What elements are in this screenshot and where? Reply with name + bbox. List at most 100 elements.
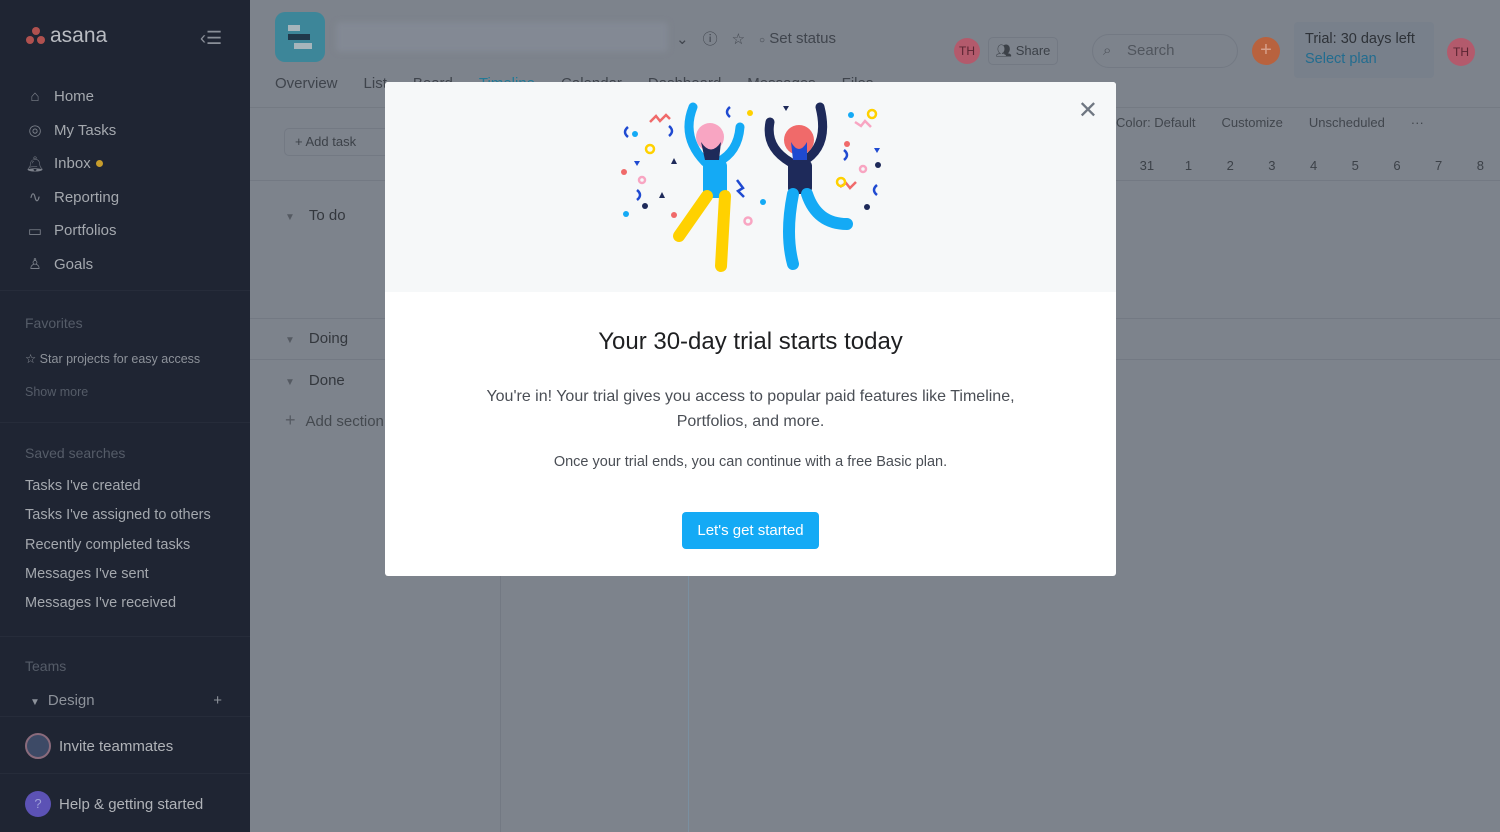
trial-banner: Trial: 30 days left Select plan: [1294, 22, 1434, 78]
more-options-icon[interactable]: ···: [1411, 115, 1424, 130]
divider: [0, 773, 250, 774]
saved-search-item[interactable]: Tasks I've created: [25, 478, 211, 507]
team-design[interactable]: ▼ Design +: [30, 692, 222, 709]
saved-search-item[interactable]: Tasks I've assigned to others: [25, 507, 211, 536]
folder-icon: ▭: [27, 222, 43, 240]
sidebar-item-portfolios[interactable]: ▭ Portfolios: [25, 214, 119, 248]
sidebar-item-inbox[interactable]: 🔔︎ Inbox: [25, 147, 119, 181]
unscheduled-button[interactable]: Unscheduled: [1309, 115, 1385, 130]
section-name: Done: [308, 372, 345, 389]
invite-teammates-button[interactable]: Invite teammates: [25, 733, 173, 759]
add-section-label: Add section: [305, 413, 384, 430]
dots: [621, 106, 881, 218]
confetti: [623, 106, 878, 226]
section-name: Doing: [308, 330, 349, 347]
trial-modal: ✕ Your 30-day trial starts today You're …: [385, 82, 1116, 576]
favorites-title: Favorites: [25, 315, 83, 331]
asana-logo-icon: [26, 27, 46, 45]
user-avatar[interactable]: TH: [1447, 38, 1475, 66]
favorites-hint: ☆ Star projects for easy access: [25, 352, 201, 366]
invite-avatar-icon: [25, 733, 51, 759]
people-icon: 👥︎: [995, 43, 1013, 58]
logo-text: asana: [50, 24, 108, 47]
check-circle-icon: ◎: [28, 122, 42, 140]
date-label: 31: [1139, 158, 1155, 173]
section-doing[interactable]: ▼ Doing: [285, 330, 348, 347]
asana-logo[interactable]: asana: [26, 24, 107, 48]
modal-illustration-area: ✕: [385, 82, 1116, 292]
saved-searches-title: Saved searches: [25, 445, 126, 461]
caret-down-icon[interactable]: ▼: [285, 335, 295, 346]
modal-title: Your 30-day trial starts today: [598, 328, 903, 355]
caret-down-icon[interactable]: ▼: [285, 377, 295, 388]
saved-search-item[interactable]: Messages I've received: [25, 595, 211, 624]
project-title-redacted: [336, 22, 668, 52]
close-icon[interactable]: ✕: [1078, 96, 1098, 125]
saved-search-item[interactable]: Recently completed tasks: [25, 537, 211, 566]
member-avatar[interactable]: TH: [954, 38, 980, 64]
label: Portfolios: [54, 222, 117, 240]
divider: [0, 716, 250, 717]
set-status-label: Set status: [769, 30, 836, 47]
tab-overview[interactable]: Overview: [275, 75, 338, 92]
date-label: 7: [1435, 158, 1443, 173]
search-icon: ⌕: [1103, 42, 1112, 59]
project-menu-chevron-icon[interactable]: ⌄: [676, 30, 689, 48]
date-label: 3: [1268, 158, 1276, 173]
label: My Tasks: [54, 121, 117, 139]
date-label: 6: [1393, 158, 1401, 173]
add-section-button[interactable]: + Add section: [285, 410, 384, 431]
select-plan-link[interactable]: Select plan: [1305, 51, 1423, 67]
section-todo[interactable]: ▼ To do: [285, 207, 346, 224]
person-icon: ♙: [28, 256, 42, 274]
set-status-button[interactable]: ○ Set status: [759, 30, 836, 47]
section-name: To do: [308, 207, 346, 224]
search-input[interactable]: ⌕ Search: [1092, 34, 1238, 68]
sidebar: asana ‹☰ ⌂ Home ◎ My Tasks 🔔︎ Inbox ∿ Report…: [0, 0, 250, 832]
share-button[interactable]: 👥︎ Share: [988, 37, 1058, 65]
help-label: Help & getting started: [59, 795, 204, 813]
get-started-button[interactable]: Let's get started: [682, 512, 819, 549]
unread-dot: [95, 160, 103, 168]
label: Home: [54, 88, 95, 106]
star-icon[interactable]: ☆: [732, 30, 745, 48]
sidebar-item-reporting[interactable]: ∿ Reporting: [25, 181, 119, 215]
search-placeholder: Search: [1127, 42, 1175, 59]
invite-label: Invite teammates: [59, 737, 174, 755]
help-icon: ?: [25, 791, 51, 817]
sidebar-item-goals[interactable]: ♙ Goals: [25, 248, 119, 282]
sidebar-item-my-tasks[interactable]: ◎ My Tasks: [25, 114, 119, 148]
status-circle-icon: ○: [759, 35, 766, 46]
project-icon: [275, 12, 325, 62]
color-button[interactable]: Color: Default: [1116, 115, 1195, 130]
tab-list[interactable]: List: [364, 75, 387, 92]
divider: [0, 422, 250, 423]
caret-down-icon: ▼: [30, 697, 40, 708]
trial-text: Trial: 30 days left: [1305, 31, 1415, 47]
info-icon[interactable]: ⓘ: [703, 28, 718, 49]
date-label: 5: [1351, 158, 1359, 173]
add-task-button[interactable]: + Add task: [284, 128, 394, 156]
share-label: Share: [1015, 43, 1051, 58]
date-label: 4: [1309, 158, 1318, 173]
section-done[interactable]: ▼ Done: [285, 372, 345, 389]
bell-icon: 🔔︎: [25, 155, 45, 173]
team-name: Design: [47, 692, 95, 709]
date-label: 8: [1476, 158, 1484, 173]
divider: [0, 290, 250, 291]
help-button[interactable]: ? Help & getting started: [25, 791, 203, 817]
quick-add-button[interactable]: +: [1252, 37, 1280, 65]
show-more-link[interactable]: Show more: [25, 385, 88, 399]
add-project-icon[interactable]: +: [213, 692, 222, 709]
sidebar-item-home[interactable]: ⌂ Home: [25, 80, 119, 114]
saved-search-item[interactable]: Messages I've sent: [25, 566, 211, 595]
figure-left: [673, 102, 745, 272]
timeline-dates: 31 1 2 3 4 5 6 7 8: [1126, 158, 1500, 173]
collapse-sidebar-icon[interactable]: ‹☰: [200, 28, 222, 49]
modal-subtext: Once your trial ends, you can continue w…: [553, 454, 948, 470]
home-icon: ⌂: [30, 88, 40, 106]
celebration-illustration: [621, 102, 881, 272]
customize-button[interactable]: Customize: [1221, 115, 1282, 130]
figure-right: [764, 102, 853, 270]
caret-down-icon[interactable]: ▼: [285, 212, 295, 223]
